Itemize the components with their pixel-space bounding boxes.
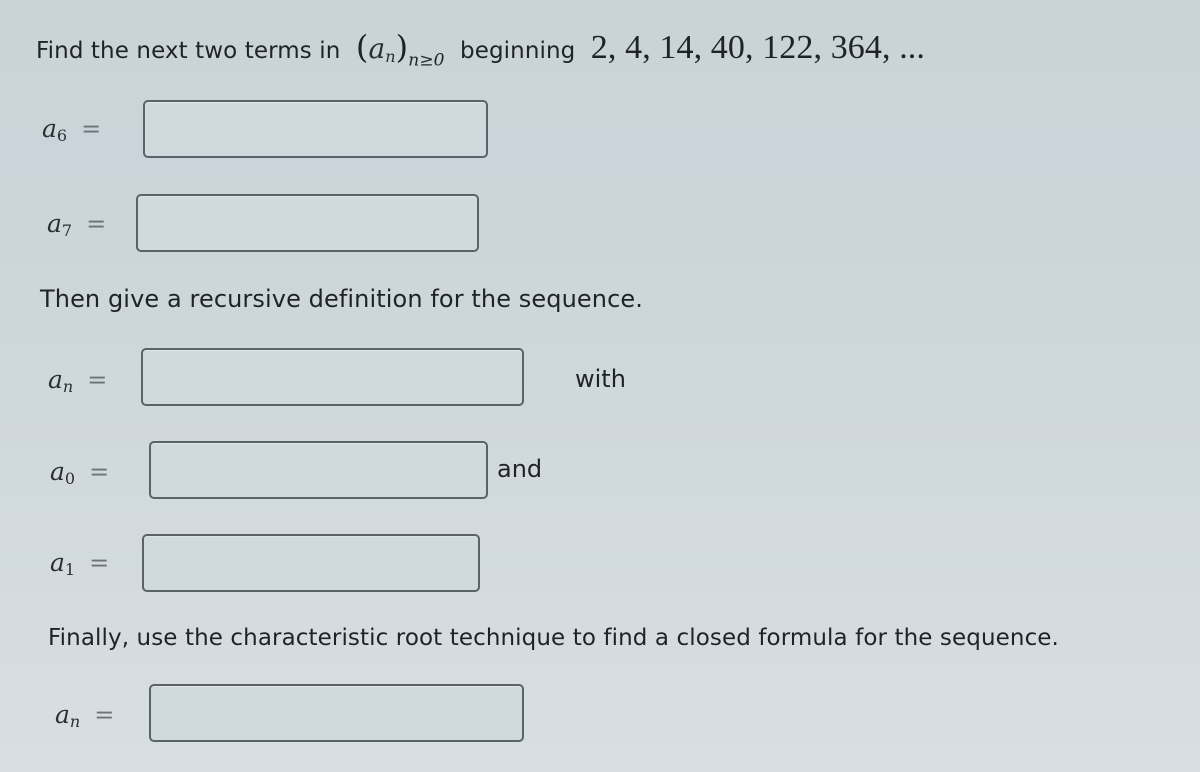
a1-label: a1 = [50,548,110,579]
a7-label: a7 = [47,209,107,240]
with-label: with [575,365,626,393]
recursive-instruction: Then give a recursive definition for the… [40,285,643,313]
question-intro-text: Find the next two terms in [36,38,341,64]
a0-input[interactable] [149,441,488,499]
and-label: and [497,455,543,483]
closed-formula-input[interactable] [149,684,524,742]
a1-input[interactable] [142,534,480,592]
sequence-notation: (an)n≥0 [355,28,445,71]
a6-label: a6 = [42,114,102,145]
a0-label: a0 = [50,457,110,488]
beginning-label: beginning [460,38,576,64]
closed-formula-label: an = [55,700,115,731]
recurrence-input[interactable] [141,348,524,406]
question-prompt: Find the next two terms in (an)n≥0 begin… [36,28,925,70]
sequence-terms: 2, 4, 14, 40, 122, 364, ... [590,29,925,66]
recurrence-label: an = [48,365,108,396]
closed-formula-instruction: Finally, use the characteristic root tec… [48,625,1059,651]
a6-input[interactable] [143,100,488,158]
a7-input[interactable] [136,194,479,252]
